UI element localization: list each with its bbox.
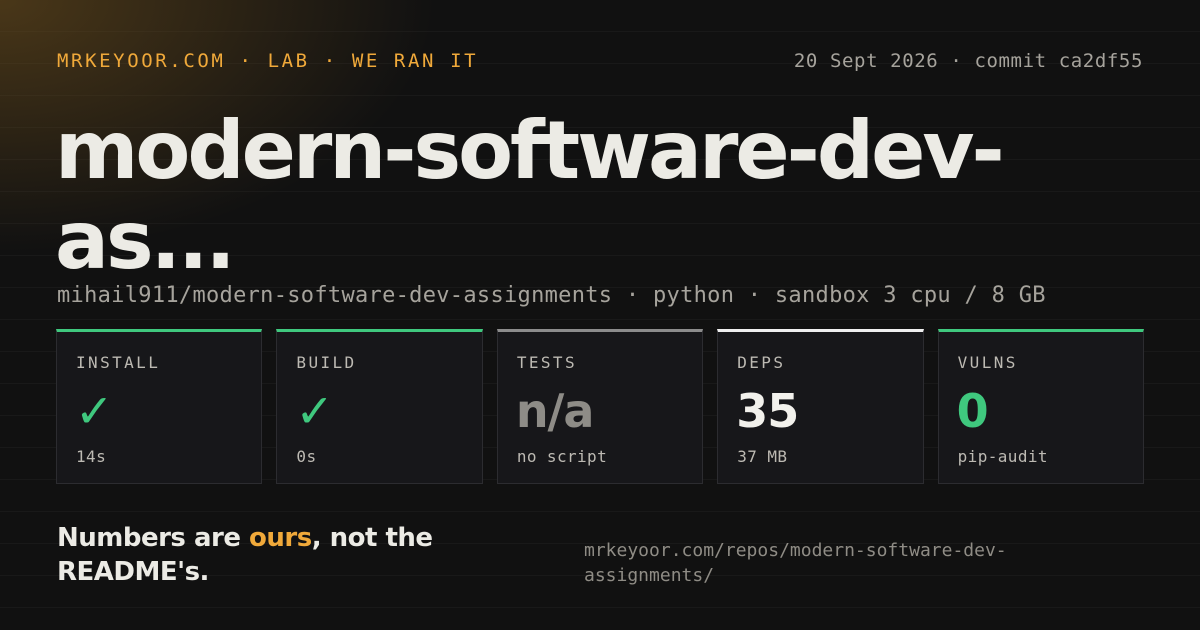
build-check-icon: ✓ — [295, 384, 334, 438]
tests-card: TESTS n/a no script — [496, 329, 704, 484]
build-card: BUILD ✓ 0s — [276, 329, 483, 484]
brand-label: MRKEYOOR.COM · LAB · WE RAN IT — [57, 50, 479, 72]
deps-value: 35 — [736, 384, 799, 438]
deps-card: DEPS 35 37 MB — [717, 329, 924, 484]
deps-size: 37 MB — [737, 447, 788, 466]
date-commit-meta: 20 Sept 2026 · commit ca2df55 — [793, 50, 1143, 72]
repo-title: modern-software-dev-as... — [55, 104, 1005, 287]
build-time: 0s — [296, 447, 317, 466]
vulns-label: VULNS — [957, 353, 1018, 372]
footer-url[interactable]: mrkeyoor.com/repos/modern-software-dev-a… — [584, 538, 1104, 588]
tagline: Numbers are ours, not the README's. — [57, 521, 527, 589]
vulns-card: VULNS 0 pip-audit — [937, 329, 1145, 484]
stats-cards: INSTALL ✓ 14s BUILD ✓ 0s TESTS n/a no sc… — [56, 329, 1145, 484]
vulns-tool: pip-audit — [957, 447, 1048, 466]
deps-label: DEPS — [737, 353, 786, 372]
repo-subtitle: mihail911/modern-software-dev-assignment… — [57, 283, 1046, 308]
build-label: BUILD — [296, 353, 357, 372]
install-check-icon: ✓ — [75, 384, 114, 438]
tests-note: no script — [516, 447, 608, 466]
tests-label: TESTS — [516, 353, 577, 372]
tagline-accent: ours — [249, 523, 312, 553]
install-card: INSTALL ✓ 14s — [56, 329, 263, 484]
tagline-start: Numbers are — [57, 523, 250, 553]
install-time: 14s — [76, 447, 107, 466]
tests-value: n/a — [515, 384, 595, 438]
vulns-value: 0 — [956, 384, 989, 438]
top-bar: MRKEYOOR.COM · LAB · WE RAN IT 20 Sept 2… — [57, 48, 1143, 74]
install-label: INSTALL — [76, 353, 161, 372]
